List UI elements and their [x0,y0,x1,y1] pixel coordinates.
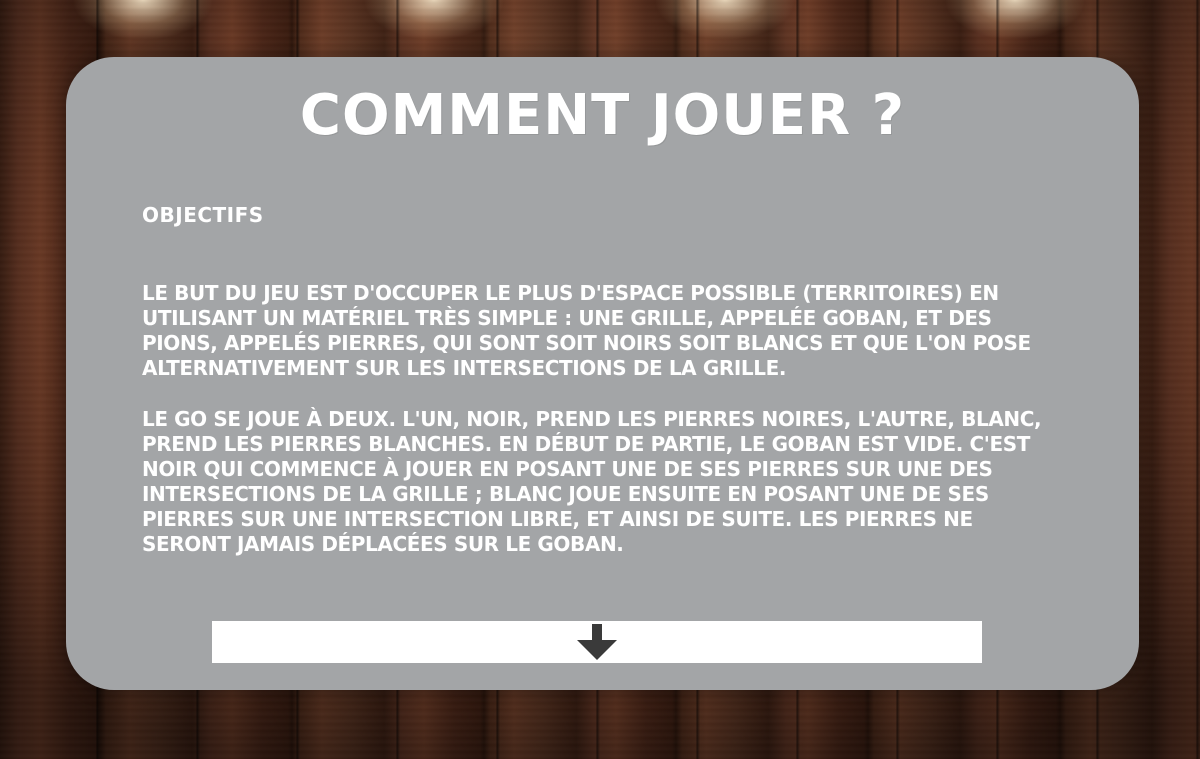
scroll-down-button[interactable] [212,621,982,663]
rules-paragraph: Le but du jeu est d'occuper le plus d'es… [142,281,1031,380]
arrow-down-icon [577,624,617,660]
page-title: Comment jouer ? [299,83,906,148]
how-to-play-panel: Comment jouer ? Objectifs Le but du jeu … [66,57,1139,690]
rules-content: Objectifs Le but du jeu est d'occuper le… [142,203,1062,583]
section-heading-objectifs: Objectifs [142,203,264,227]
rules-paragraph: Le go se joue à deux. L'un, noir, prend … [142,407,1042,556]
